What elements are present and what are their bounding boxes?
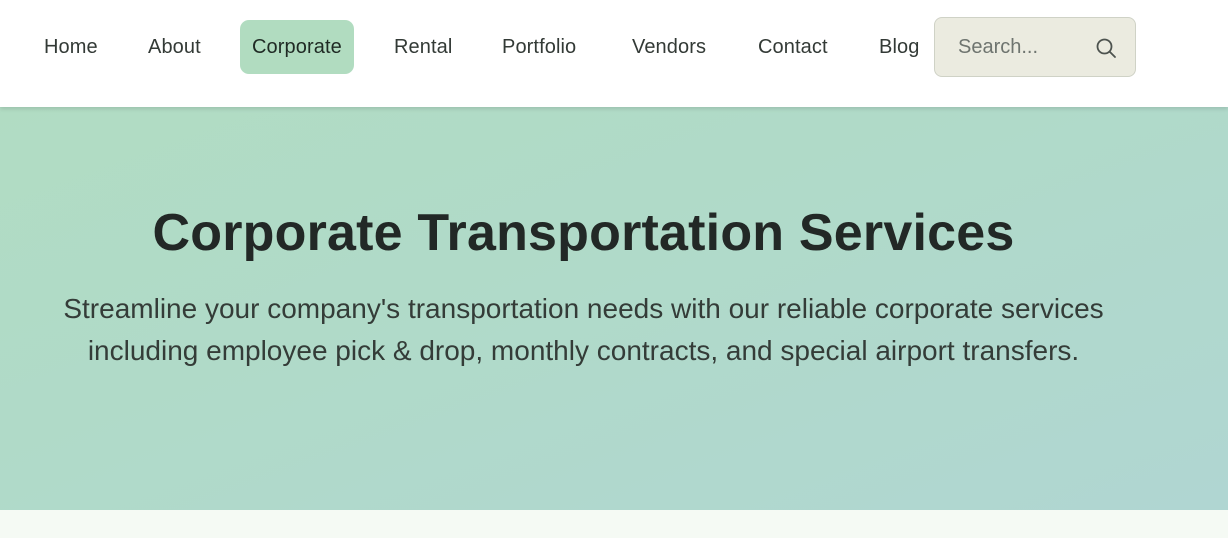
nav-link-home[interactable]: Home xyxy=(44,20,98,74)
nav-link-portfolio[interactable]: Portfolio xyxy=(502,20,576,74)
nav-link-corporate[interactable]: Corporate xyxy=(240,20,354,74)
nav-link-about[interactable]: About xyxy=(148,20,201,74)
nav-link-contact[interactable]: Contact xyxy=(758,20,828,74)
top-navbar: Home About Corporate Rental Portfolio Ve… xyxy=(0,0,1228,107)
search-box xyxy=(934,17,1136,77)
hero-title: Corporate Transportation Services xyxy=(152,204,1015,262)
nav-link-rental[interactable]: Rental xyxy=(394,20,452,74)
search-input[interactable] xyxy=(935,18,1085,76)
search-icon[interactable] xyxy=(1094,36,1118,60)
hero-banner: Corporate Transportation Services Stream… xyxy=(0,107,1228,510)
nav-link-vendors[interactable]: Vendors xyxy=(632,20,706,74)
content-section xyxy=(0,510,1228,538)
nav-link-blog[interactable]: Blog xyxy=(879,20,919,74)
hero-subtitle: Streamline your company's transportation… xyxy=(63,293,1104,366)
